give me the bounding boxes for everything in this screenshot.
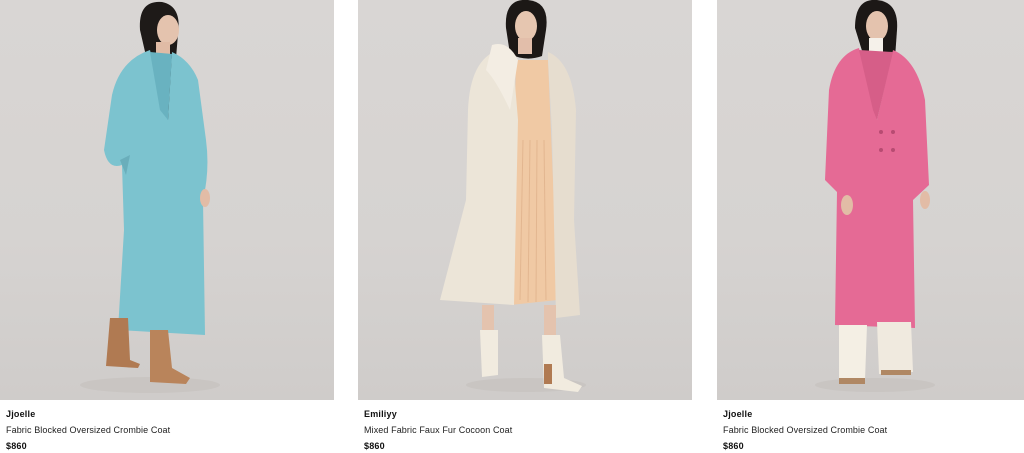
product-price: $860 <box>364 441 385 451</box>
product-price: $860 <box>6 441 27 451</box>
product-image[interactable] <box>717 0 1024 400</box>
product-card[interactable]: Jjoelle Fabric Blocked Oversized Crombie… <box>0 0 334 453</box>
product-card[interactable]: Jjoelle Fabric Blocked Oversized Crombie… <box>717 0 1024 453</box>
product-name[interactable]: Jjoelle <box>6 409 35 419</box>
product-description[interactable]: Fabric Blocked Oversized Crombie Coat <box>723 425 887 435</box>
product-image[interactable] <box>358 0 692 400</box>
product-grid: Jjoelle Fabric Blocked Oversized Crombie… <box>0 0 1024 453</box>
product-name[interactable]: Jjoelle <box>723 409 752 419</box>
product-description[interactable]: Fabric Blocked Oversized Crombie Coat <box>6 425 170 435</box>
product-price: $860 <box>723 441 744 451</box>
product-description[interactable]: Mixed Fabric Faux Fur Cocoon Coat <box>364 425 512 435</box>
product-name[interactable]: Emiliyy <box>364 409 397 419</box>
product-card[interactable]: Emiliyy Mixed Fabric Faux Fur Cocoon Coa… <box>358 0 692 453</box>
product-image[interactable] <box>0 0 334 400</box>
